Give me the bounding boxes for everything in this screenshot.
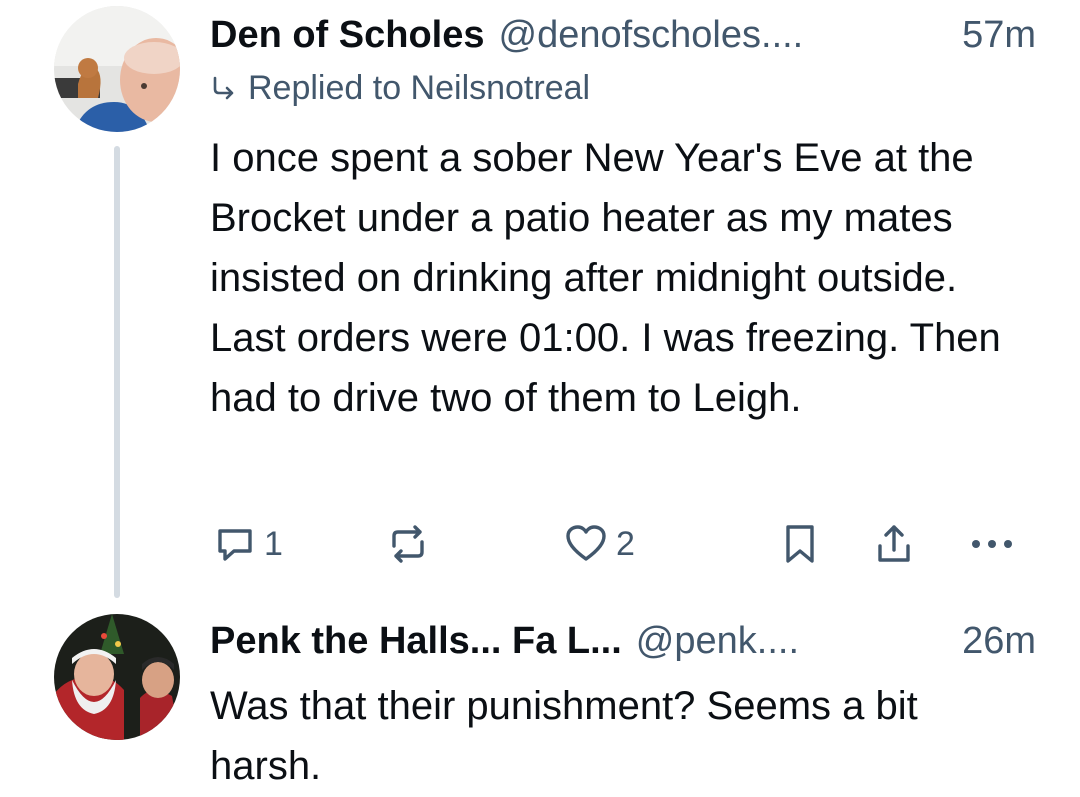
reply-arrow-icon bbox=[213, 76, 234, 100]
avatar[interactable] bbox=[54, 6, 180, 132]
author-name[interactable]: Penk the Halls... Fa L... bbox=[210, 616, 622, 666]
share-button[interactable] bbox=[872, 512, 916, 576]
post-text: Was that their punishment? Seems a bit h… bbox=[210, 684, 918, 788]
avatar[interactable] bbox=[54, 614, 180, 740]
replied-to-label: Replied to Neilsnotreal bbox=[248, 69, 591, 107]
speech-bubble-icon bbox=[218, 529, 252, 561]
repost-arrows-icon bbox=[392, 525, 424, 563]
reply-button[interactable]: 1 bbox=[214, 512, 283, 576]
repost-button[interactable] bbox=[386, 512, 430, 576]
thread-line bbox=[114, 146, 120, 598]
author-handle[interactable]: @penk.... bbox=[636, 616, 948, 666]
author-name[interactable]: Den of Scholes bbox=[210, 10, 485, 60]
post-header: Den of Scholes @denofscholes.... 57m bbox=[210, 10, 1036, 60]
like-button[interactable]: 2 bbox=[564, 512, 635, 576]
post-time[interactable]: 26m bbox=[962, 616, 1036, 666]
post-actions: 1 2 bbox=[210, 512, 1036, 576]
share-upload-icon bbox=[878, 525, 910, 562]
post-den-of-scholes[interactable]: Den of Scholes @denofscholes.... 57m Rep… bbox=[0, 0, 1080, 600]
bookmark-icon bbox=[786, 525, 814, 563]
like-count: 2 bbox=[616, 524, 635, 563]
bookmark-button[interactable] bbox=[778, 512, 822, 576]
more-options-button[interactable] bbox=[966, 512, 1018, 576]
post-header: Penk the Halls... Fa L... @penk.... 26m bbox=[210, 616, 1036, 666]
reply-count: 1 bbox=[264, 524, 283, 563]
post-penk-the-halls[interactable]: Penk the Halls... Fa L... @penk.... 26m … bbox=[0, 600, 1080, 797]
post-time[interactable]: 57m bbox=[962, 10, 1036, 60]
post-text: I once spent a sober New Year's Eve at t… bbox=[210, 136, 1001, 420]
avatar-photo bbox=[54, 6, 180, 132]
author-handle[interactable]: @denofscholes.... bbox=[499, 10, 949, 60]
replied-to-indicator[interactable]: Replied to Neilsnotreal bbox=[210, 66, 1036, 110]
heart-outline-icon bbox=[566, 525, 606, 561]
ellipsis-icon bbox=[972, 540, 1012, 548]
avatar-photo bbox=[54, 614, 180, 740]
